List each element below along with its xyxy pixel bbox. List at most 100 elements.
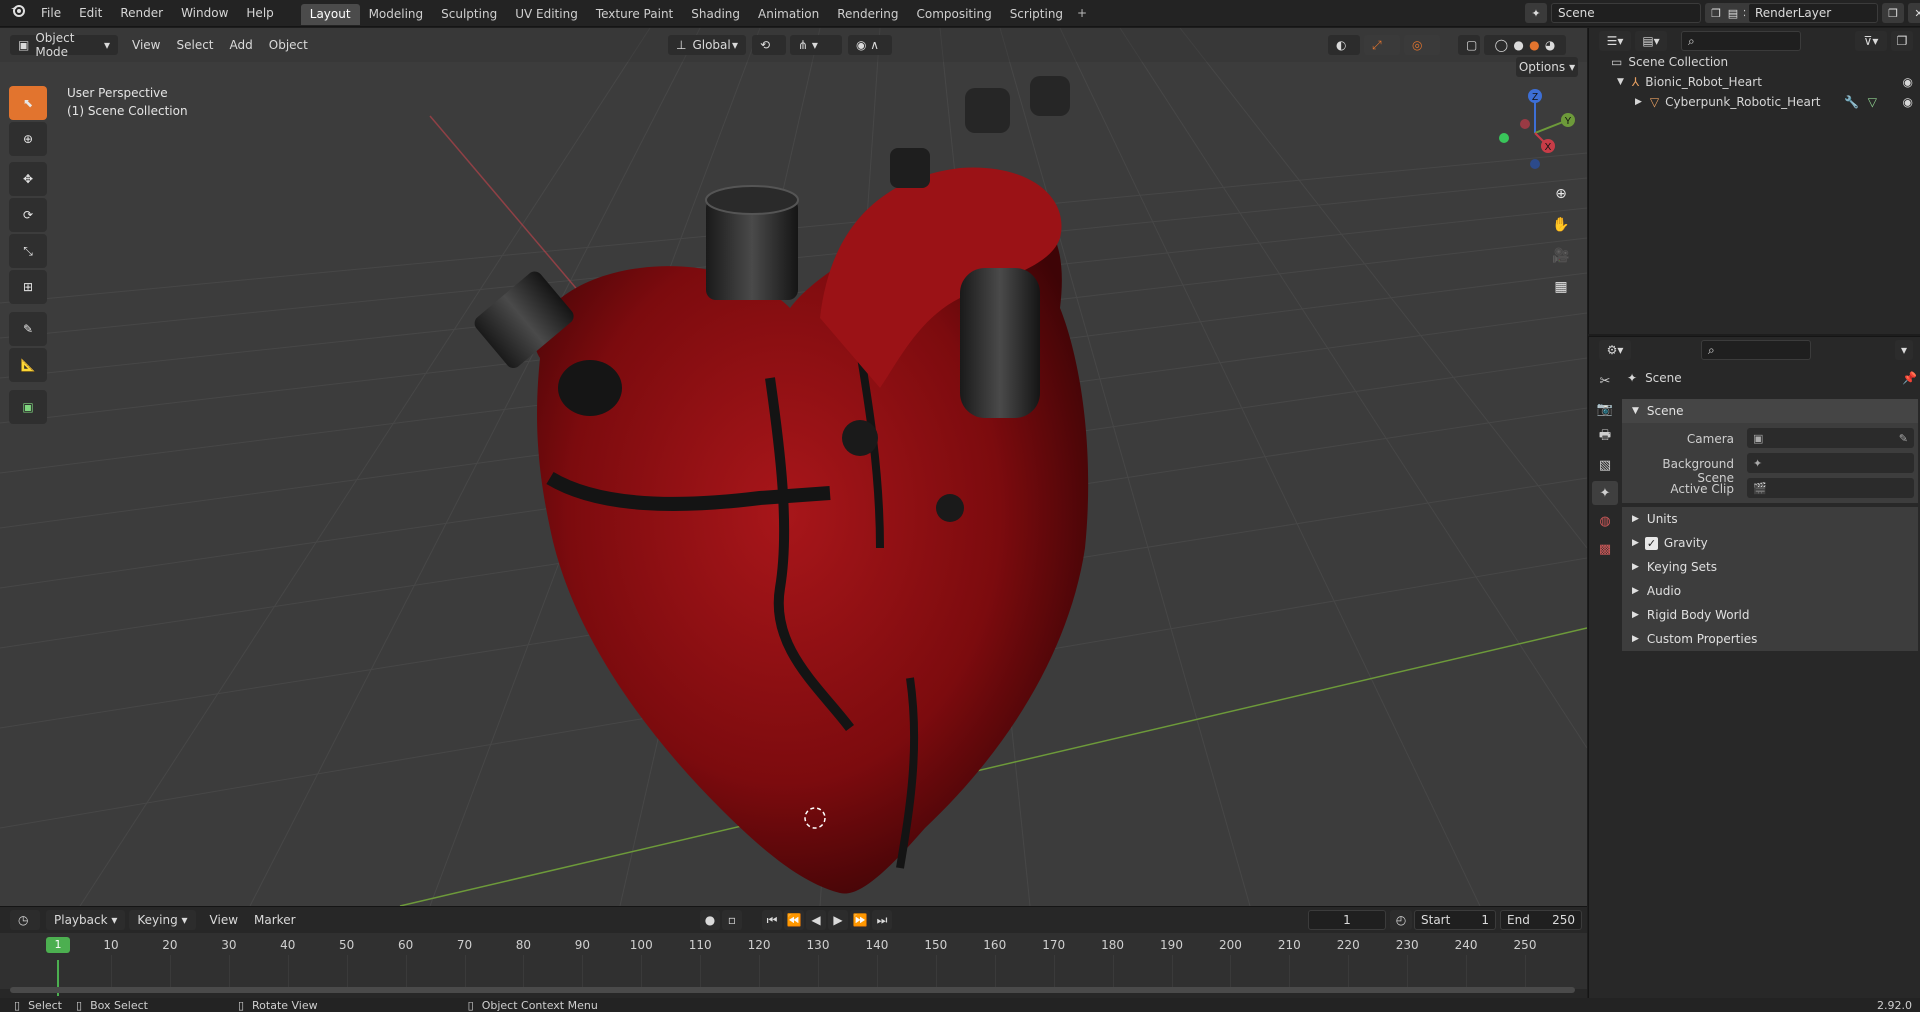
properties-search-input[interactable]: ⌕ — [1701, 340, 1811, 360]
current-frame-marker[interactable]: 1 — [46, 937, 70, 953]
blender-logo-icon[interactable] — [0, 0, 32, 27]
transform-tool[interactable]: ⊞ — [9, 270, 47, 304]
delete-view-layer-icon[interactable]: ✕ — [1908, 3, 1920, 23]
annotate-tool[interactable]: ✎ — [9, 312, 47, 346]
menu-window[interactable]: Window — [172, 0, 237, 27]
add-workspace-icon[interactable]: + — [1072, 3, 1092, 24]
menu-edit[interactable]: Edit — [70, 0, 111, 27]
next-keyframe-icon[interactable]: ⏩ — [850, 910, 870, 930]
units-panel-header[interactable]: ▶ Units — [1622, 507, 1918, 531]
output-tab-icon[interactable]: 🖶 — [1592, 425, 1618, 449]
shading-mode-group[interactable]: ◯ ● ● ◕ — [1484, 35, 1566, 55]
solid-shading-icon[interactable]: ● — [1513, 38, 1523, 52]
eyedropper-icon[interactable]: ✎ — [1899, 432, 1908, 445]
chevron-down-icon[interactable]: ▾ — [1895, 340, 1913, 360]
audio-panel-header[interactable]: ▶ Audio — [1622, 579, 1918, 603]
custom-properties-panel-header[interactable]: ▶ Custom Properties — [1622, 627, 1918, 651]
filter-icon[interactable]: ⊽▾ — [1855, 31, 1887, 51]
tab-modeling[interactable]: Modeling — [360, 4, 433, 25]
scale-tool[interactable]: ⤡ — [9, 234, 47, 268]
preview-range-icon[interactable]: ◴ — [1390, 910, 1412, 930]
tab-layout[interactable]: Layout — [300, 3, 360, 25]
options-button[interactable]: Options ▾ — [1516, 57, 1578, 77]
tab-rendering[interactable]: Rendering — [828, 4, 907, 25]
add-cube-tool[interactable]: ▣ — [9, 390, 47, 424]
perspective-toggle-icon[interactable]: ▦ — [1547, 273, 1575, 301]
tab-uv-editing[interactable]: UV Editing — [506, 4, 587, 25]
menu-render[interactable]: Render — [111, 0, 172, 27]
material-shading-icon[interactable]: ● — [1529, 38, 1539, 52]
auto-keying-icon[interactable]: ▫ — [722, 910, 742, 930]
viewport-menu-add[interactable]: Add — [222, 38, 261, 52]
view-layer-selector-icon[interactable]: ▤ — [1722, 3, 1744, 23]
viewport-menu-view[interactable]: View — [124, 38, 168, 52]
tab-texture-paint[interactable]: Texture Paint — [587, 4, 682, 25]
view-layer-tab-icon[interactable]: ▧ — [1592, 453, 1618, 477]
pivot-point-icon[interactable]: ⟲ — [752, 35, 786, 55]
overlay-toggle-icon[interactable]: ◎ — [1404, 35, 1440, 55]
camera-view-icon[interactable]: 🎥 — [1547, 242, 1575, 270]
timeline-view-menu[interactable]: View — [202, 913, 246, 927]
measure-tool[interactable]: 📐 — [9, 348, 47, 382]
new-collection-icon[interactable]: ❐ — [1891, 31, 1913, 51]
tab-sculpting[interactable]: Sculpting — [432, 4, 506, 25]
scene-name-field[interactable]: Scene — [1551, 3, 1701, 23]
world-tab-icon[interactable]: ◍ — [1592, 509, 1618, 533]
tool-tab-icon[interactable]: ✂ — [1592, 369, 1618, 393]
tab-shading[interactable]: Shading — [682, 4, 749, 25]
scene-tab-icon[interactable]: ✦ — [1592, 481, 1618, 505]
visibility-icon[interactable]: ◐ — [1328, 35, 1360, 55]
pan-hand-icon[interactable]: ✋ — [1547, 211, 1575, 239]
mesh-data-icon[interactable]: ▽ — [1868, 95, 1877, 109]
scene-panel-header[interactable]: ▼ Scene — [1622, 399, 1918, 423]
rendered-shading-icon[interactable]: ◕ — [1545, 38, 1555, 52]
timeline-marker-menu[interactable]: Marker — [246, 913, 303, 927]
play-icon[interactable]: ▶ — [828, 910, 848, 930]
timeline-scrollbar[interactable] — [10, 987, 1575, 993]
gizmo-toggle-icon[interactable]: ⤢ — [1364, 35, 1400, 55]
record-icon[interactable]: ● — [700, 910, 720, 930]
active-clip-field[interactable]: 🎬 — [1747, 478, 1914, 498]
expand-arrow-icon[interactable]: ▶ — [1635, 97, 1642, 107]
prev-keyframe-icon[interactable]: ⏪ — [784, 910, 804, 930]
render-tab-icon[interactable]: 📷 — [1592, 397, 1618, 421]
outliner-item-cyberpunk-robotic-heart[interactable]: ▶ ▽ Cyberpunk_Robotic_Heart 🔧 ▽ ◉ — [1589, 92, 1920, 112]
gravity-panel-header[interactable]: ▶ ✓ Gravity — [1622, 531, 1918, 555]
3d-viewport[interactable]: ▣ Object Mode ▾ View Select Add Object ⊥… — [0, 28, 1587, 906]
tab-compositing[interactable]: Compositing — [907, 4, 1000, 25]
tab-animation[interactable]: Animation — [749, 4, 828, 25]
tab-scripting[interactable]: Scripting — [1001, 4, 1072, 25]
heart-model[interactable] — [471, 76, 1089, 894]
play-reverse-icon[interactable]: ◀ — [806, 910, 826, 930]
modifier-wrench-icon[interactable]: 🔧 — [1844, 95, 1859, 109]
start-frame-field[interactable]: Start 1 — [1414, 910, 1496, 930]
texture-tab-icon[interactable]: ▩ — [1592, 537, 1618, 561]
keying-menu[interactable]: Keying ▾ — [129, 910, 196, 930]
menu-help[interactable]: Help — [237, 0, 282, 27]
keying-sets-panel-header[interactable]: ▶ Keying Sets — [1622, 555, 1918, 579]
outliner-search-input[interactable]: ⌕ — [1681, 31, 1801, 51]
pin-icon[interactable]: 📌 — [1902, 371, 1917, 385]
outliner-item-bionic-robot-heart[interactable]: ▼ ⅄ Bionic_Robot_Heart ◉ — [1589, 72, 1920, 92]
xray-toggle-icon[interactable]: ▢ — [1458, 35, 1480, 55]
viewport-menu-object[interactable]: Object — [261, 38, 316, 52]
zoom-icon[interactable]: ⊕ — [1547, 180, 1575, 208]
properties-editor-type-icon[interactable]: ⚙▾ — [1599, 340, 1631, 360]
menu-file[interactable]: File — [32, 0, 70, 27]
transform-orientation-dropdown[interactable]: ⊥ Global ▾ — [668, 35, 746, 55]
display-mode-icon[interactable]: ▤▾ — [1635, 31, 1667, 51]
end-frame-field[interactable]: End 250 — [1500, 910, 1582, 930]
expand-arrow-icon[interactable]: ▼ — [1617, 77, 1624, 87]
rotate-tool[interactable]: ⟳ — [9, 198, 47, 232]
gravity-checkbox[interactable]: ✓ — [1644, 536, 1658, 550]
outliner-editor-type-icon[interactable]: ☰▾ — [1599, 31, 1631, 51]
rigid-body-world-panel-header[interactable]: ▶ Rigid Body World — [1622, 603, 1918, 627]
navigation-gizmo[interactable]: Z Y X — [1490, 88, 1580, 178]
viewport-menu-select[interactable]: Select — [168, 38, 221, 52]
editor-type-icon[interactable]: ◷ — [10, 910, 40, 930]
eye-icon[interactable]: ◉ — [1903, 75, 1913, 89]
background-scene-field[interactable]: ✦ — [1747, 453, 1914, 473]
scene-selector-icon[interactable]: ✦ — [1525, 3, 1547, 23]
new-view-layer-icon[interactable]: ❐ — [1882, 3, 1904, 23]
mode-selector[interactable]: ▣ Object Mode ▾ — [10, 31, 118, 59]
